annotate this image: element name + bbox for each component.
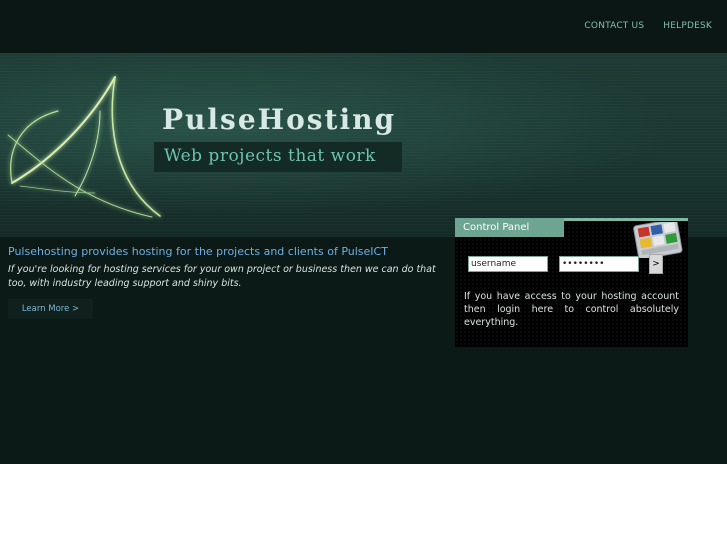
control-panel-grid-icon: [633, 222, 683, 258]
intro-section: Pulsehosting provides hosting for the pr…: [8, 245, 453, 291]
control-panel-title: Control Panel: [455, 218, 564, 237]
learn-more-button[interactable]: Learn More >: [8, 299, 93, 319]
top-nav: CONTACT US HELPDESK: [584, 21, 712, 31]
pulse-logo-icon: [7, 76, 161, 218]
page: CONTACT US HELPDESK PulseHosting Web pro…: [0, 0, 727, 464]
tagline: Web projects that work: [164, 146, 376, 166]
password-input[interactable]: [559, 256, 639, 272]
top-bar: CONTACT US HELPDESK: [0, 0, 727, 53]
intro-text: If you're looking for hosting services f…: [8, 264, 436, 289]
brand-name: PulseHosting: [162, 103, 397, 136]
contact-us-link[interactable]: CONTACT US: [584, 21, 644, 31]
intro-heading: Pulsehosting provides hosting for the pr…: [8, 245, 388, 258]
login-submit-button[interactable]: >: [649, 254, 663, 274]
control-panel: Control Panel > If you have access to yo…: [455, 218, 688, 347]
helpdesk-link[interactable]: HELPDESK: [663, 21, 712, 31]
username-input[interactable]: [468, 256, 548, 272]
banner: PulseHosting Web projects that work: [0, 53, 727, 237]
control-panel-note: If you have access to your hosting accou…: [464, 291, 679, 328]
